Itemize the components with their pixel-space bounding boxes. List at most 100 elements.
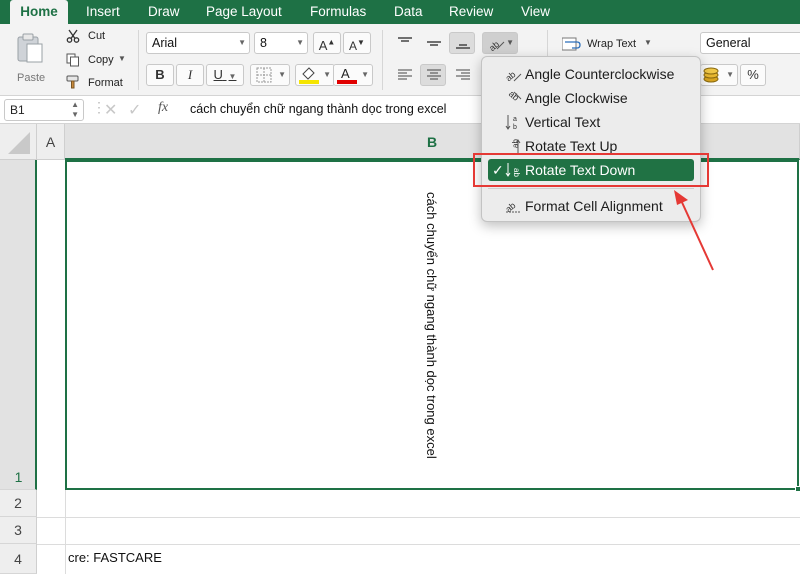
vertical-text-icon: a b xyxy=(505,115,517,130)
paste-button[interactable]: Paste xyxy=(10,30,54,90)
menu-item-label: Angle Clockwise xyxy=(525,90,628,106)
wrap-text-button[interactable]: Wrap Text ▼ xyxy=(562,36,662,54)
top-align-icon xyxy=(398,37,412,42)
select-all-corner[interactable] xyxy=(0,124,37,160)
borders-button[interactable]: ▼ xyxy=(250,64,290,86)
number-format-select[interactable]: General xyxy=(700,32,800,54)
bold-button[interactable]: B xyxy=(146,64,174,86)
align-right-button[interactable] xyxy=(449,64,475,86)
copy-label: Copy xyxy=(88,54,114,66)
copy-dropdown-arrow[interactable]: ▼ xyxy=(118,54,126,63)
align-left-icon xyxy=(398,69,412,80)
font-color-icon: A xyxy=(337,66,357,84)
chevron-down-icon: ▼ xyxy=(323,70,331,79)
cancel-icon[interactable]: ✕ xyxy=(104,100,117,120)
menu-item-label: Angle Counterclockwise xyxy=(525,66,675,82)
gridline xyxy=(37,517,800,518)
chevron-down-icon: ▼ xyxy=(726,70,734,79)
fill-color-button[interactable]: ▼ xyxy=(295,64,335,86)
font-name-select[interactable]: Arial ▼ xyxy=(146,32,250,54)
highlight-box xyxy=(473,153,709,187)
tab-page-layout[interactable]: Page Layout xyxy=(206,0,282,24)
bottom-align-icon xyxy=(456,44,470,49)
underline-button[interactable]: U ▼ xyxy=(206,64,244,86)
menu-item-label: Format Cell Alignment xyxy=(525,198,663,214)
menu-item-format-cell-alignment[interactable]: ab Format Cell Alignment xyxy=(488,195,694,217)
top-align-button[interactable] xyxy=(391,32,417,54)
copy-button[interactable]: Copy ▼ xyxy=(66,52,130,70)
row-header-2[interactable]: 2 xyxy=(0,490,37,517)
gridline xyxy=(37,544,800,545)
ribbon-divider xyxy=(382,30,383,90)
cell-b1-text: cách chuyển chữ ngang thành dọc trong ex… xyxy=(424,192,439,459)
decrease-font-icon: A▼ xyxy=(349,38,365,53)
column-header-a[interactable]: A xyxy=(37,124,65,160)
chevron-down-icon: ▼ xyxy=(296,38,304,47)
tab-home[interactable]: Home xyxy=(10,0,68,24)
menu-item-angle-clockwise[interactable]: ab Angle Clockwise xyxy=(488,87,694,109)
svg-text:a: a xyxy=(513,116,517,123)
gridline xyxy=(65,490,66,574)
tab-draw[interactable]: Draw xyxy=(148,0,180,24)
increase-font-size-button[interactable]: A▲ xyxy=(313,32,341,54)
format-painter-button[interactable]: Format xyxy=(66,75,130,93)
tab-formulas[interactable]: Formulas xyxy=(310,0,366,24)
italic-button[interactable]: I xyxy=(176,64,204,86)
rotate-text-up-icon: ab xyxy=(511,139,521,153)
tab-insert[interactable]: Insert xyxy=(86,0,120,24)
enter-icon[interactable]: ✓ xyxy=(128,100,141,120)
tab-review[interactable]: Review xyxy=(449,0,493,24)
row-number: 1 xyxy=(14,469,23,485)
angle-counterclockwise-icon: ab xyxy=(504,69,522,82)
formula-input[interactable]: cách chuyển chữ ngang thành dọc trong ex… xyxy=(190,102,446,116)
tab-data[interactable]: Data xyxy=(394,0,423,24)
tab-view[interactable]: View xyxy=(521,0,550,24)
accounting-format-button[interactable]: ▼ xyxy=(700,64,738,86)
chevron-down-icon: ▼ xyxy=(228,72,237,81)
row-header-4[interactable]: 4 xyxy=(0,544,37,574)
font-name-value: Arial xyxy=(152,36,178,50)
chevron-down-icon: ▼ xyxy=(506,38,514,47)
cell-a4-text[interactable]: cre: FASTCARE xyxy=(68,550,162,565)
middle-align-button[interactable] xyxy=(420,32,446,54)
cell-a1[interactable] xyxy=(37,160,65,490)
wrap-text-label: Wrap Text xyxy=(587,38,637,50)
number-format-value: General xyxy=(706,36,751,50)
chevron-down-icon: ▼ xyxy=(278,70,286,79)
name-box[interactable]: B1 ▲ ▼ xyxy=(4,99,84,121)
svg-text:b: b xyxy=(513,124,517,130)
middle-align-icon xyxy=(427,41,441,46)
menu-item-vertical-text[interactable]: a b Vertical Text xyxy=(488,111,694,133)
align-center-button[interactable] xyxy=(420,64,446,86)
paste-icon xyxy=(17,33,43,63)
fill-handle[interactable] xyxy=(795,486,800,492)
align-left-button[interactable] xyxy=(391,64,417,86)
menu-item-angle-counterclockwise[interactable]: ab Angle Counterclockwise xyxy=(488,63,694,85)
scissors-icon xyxy=(66,29,80,43)
svg-text:ab: ab xyxy=(511,139,520,148)
row-header-3[interactable]: 3 xyxy=(0,517,37,544)
copy-icon xyxy=(66,53,79,67)
align-right-icon xyxy=(456,69,470,80)
insert-function-button[interactable]: fx xyxy=(158,100,168,116)
cut-button[interactable]: Cut xyxy=(66,28,130,46)
svg-text:ab: ab xyxy=(487,39,501,51)
select-all-icon xyxy=(8,132,30,154)
bottom-align-button[interactable] xyxy=(449,32,475,54)
svg-text:A: A xyxy=(341,66,350,81)
orientation-icon: ab xyxy=(487,39,505,51)
font-color-button[interactable]: A ▼ xyxy=(333,64,373,86)
chevron-down-icon: ▼ xyxy=(361,70,369,79)
underline-label: U xyxy=(213,67,223,82)
font-size-value: 8 xyxy=(260,36,267,50)
menu-divider xyxy=(488,188,694,189)
row-header-1[interactable]: 1 xyxy=(0,160,37,490)
percent-style-button[interactable]: % xyxy=(740,64,766,86)
decrease-font-size-button[interactable]: A▼ xyxy=(343,32,371,54)
ribbon-tab-bar: Home Insert Draw Page Layout Formulas Da… xyxy=(0,0,800,24)
format-painter-icon xyxy=(66,75,79,89)
orientation-button[interactable]: ab ▼ xyxy=(482,32,518,54)
angle-clockwise-icon: ab xyxy=(507,90,522,103)
font-size-select[interactable]: 8 ▼ xyxy=(254,32,308,54)
chevron-down-icon: ▼ xyxy=(644,38,652,47)
